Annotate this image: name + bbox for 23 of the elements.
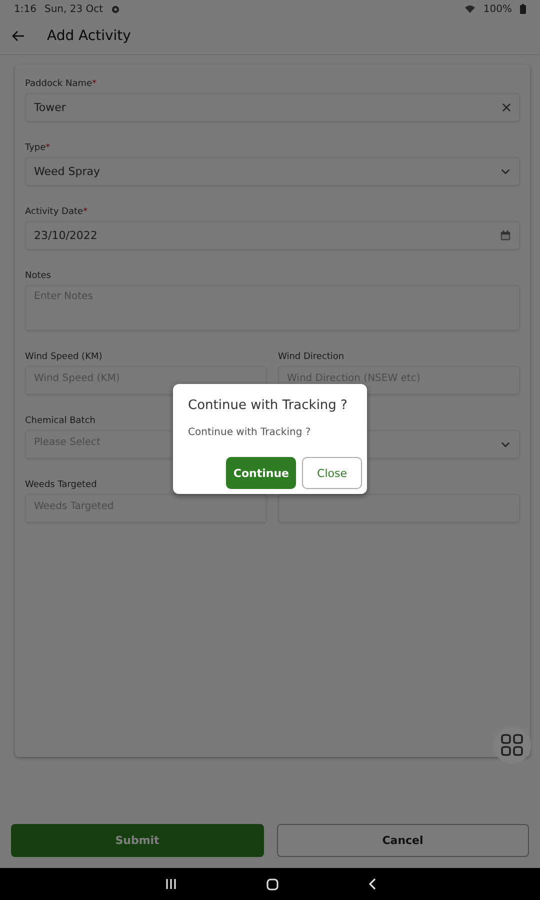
battery-level: 100%: [483, 4, 512, 14]
field-label: Activity Date*: [25, 207, 89, 218]
status-time: 1:16: [14, 4, 36, 14]
dialog-title: Continue with Tracking ?: [188, 398, 348, 413]
input-field[interactable]: Tower: [25, 93, 520, 122]
page-title: Add Activity: [47, 28, 131, 44]
field-value: Weed Spray: [34, 165, 101, 178]
field-value: Tower: [34, 101, 67, 114]
field-label: Type*: [25, 143, 52, 154]
field-label: Chemical Batch: [25, 416, 96, 427]
field-label: Weeds Targeted: [25, 480, 98, 491]
close-button[interactable]: Close: [302, 457, 362, 489]
status-date: Sun, 23 Oct: [44, 4, 104, 14]
submit-button[interactable]: Submit: [11, 824, 264, 857]
dropdown-field[interactable]: Weed Spray: [25, 157, 520, 186]
date-field[interactable]: 23/10/2022: [25, 221, 520, 250]
continue-button[interactable]: Continue: [226, 457, 296, 489]
field-value: 23/10/2022: [34, 229, 98, 242]
field-label: Notes: [25, 271, 52, 282]
field-label: Paddock Name*: [25, 79, 98, 90]
cancel-button[interactable]: Cancel: [276, 824, 529, 857]
field-label: Wind Speed (KM): [25, 352, 104, 363]
field-label: Wind Direction: [278, 352, 346, 363]
